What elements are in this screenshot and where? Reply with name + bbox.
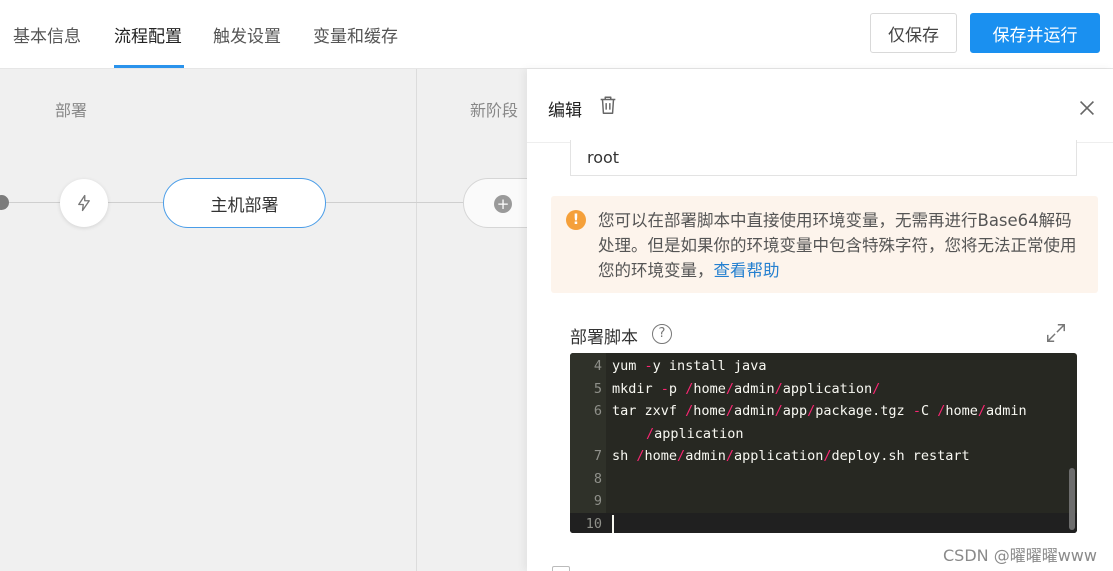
job-node-host-deploy[interactable]: 主机部署 (163, 178, 326, 228)
trigger-node[interactable] (60, 179, 108, 227)
tab-variables-cache[interactable]: 变量和缓存 (313, 22, 398, 47)
code-text: yum -y install java (612, 358, 767, 374)
edit-panel: 编辑 root ! 您可以在部署脚本中直接使用环境变量，无需再进行Base64解… (527, 69, 1113, 571)
code-line[interactable]: 4 yum -y install java (570, 355, 1077, 378)
editor-scrollbar[interactable] (1069, 468, 1075, 530)
question-icon[interactable]: ? (652, 324, 672, 344)
code-text: tar zxvf /home/admin/app/package.tgz -C … (612, 403, 1027, 419)
active-tab-indicator (114, 65, 184, 68)
script-label: 部署脚本 (570, 328, 638, 348)
line-number: 4 (593, 358, 602, 374)
job-node-label: 主机部署 (210, 195, 279, 216)
tab-trigger-settings[interactable]: 触发设置 (213, 22, 281, 47)
line-number: 8 (593, 470, 602, 487)
add-node-icon[interactable] (0, 195, 9, 210)
close-icon[interactable] (1076, 97, 1098, 119)
code-text: mkdir -p /home/admin/application/ (612, 380, 881, 397)
user-field[interactable]: root (570, 140, 1077, 176)
line-number: 6 (593, 403, 602, 419)
tab-basic-info[interactable]: 基本信息 (13, 22, 81, 47)
code-line[interactable]: 5 mkdir -p /home/admin/application/ (570, 378, 1077, 401)
code-line[interactable]: 9 (570, 490, 1077, 513)
code-line[interactable]: 10 (570, 512, 1077, 533)
expand-icon[interactable] (1045, 322, 1067, 344)
warning-icon: ! (566, 210, 586, 230)
code-text: sh /home/admin/application/deploy.sh res… (612, 448, 970, 464)
tab-flow-config[interactable]: 流程配置 (114, 22, 182, 47)
stage-title-deploy: 部署 (55, 101, 88, 120)
env-var-warning: ! 您可以在部署脚本中直接使用环境变量，无需再进行Base64解码处理。但是如果… (551, 196, 1098, 293)
line-number: 9 (593, 493, 602, 509)
lightning-icon (78, 194, 90, 212)
code-line[interactable]: 7 sh /home/admin/application/deploy.sh re… (570, 445, 1077, 468)
code-text: /application (646, 425, 744, 442)
line-number: 7 (593, 448, 602, 464)
save-only-button[interactable]: 仅保存 (870, 13, 957, 53)
save-and-run-button[interactable]: 保存并运行 (970, 13, 1100, 53)
top-nav: 基本信息 流程配置 触发设置 变量和缓存 仅保存 保存并运行 (0, 0, 1113, 69)
flow-connector (108, 202, 163, 203)
line-number: 10 (585, 515, 602, 532)
code-line[interactable]: 8 (570, 468, 1077, 491)
help-link[interactable]: 查看帮助 (714, 261, 780, 280)
flow-connector (0, 202, 60, 203)
plus-icon: + (494, 195, 512, 213)
stage-title-new[interactable]: 新阶段 (470, 97, 518, 121)
stage-divider (416, 69, 417, 571)
trash-icon[interactable] (597, 94, 619, 116)
checkbox[interactable] (552, 566, 570, 571)
pipeline-canvas: 部署 新阶段 主机部署 + (0, 69, 573, 571)
code-line[interactable]: 6 tar zxvf /home/admin/app/package.tgz -C… (570, 400, 1077, 423)
script-editor[interactable]: 4 yum -y install java 5 mkdir -p /home/admi… (570, 353, 1077, 533)
line-number: 5 (593, 380, 602, 397)
panel-title: 编辑 (548, 101, 582, 121)
warning-text: 您可以在部署脚本中直接使用环境变量，无需再进行Base64解码处理。但是如果你的… (598, 211, 1077, 280)
text-cursor (612, 514, 614, 533)
watermark: CSDN @曜曜曜www (943, 546, 1097, 565)
flow-connector (326, 202, 463, 203)
code-line[interactable]: /application (570, 423, 1077, 446)
